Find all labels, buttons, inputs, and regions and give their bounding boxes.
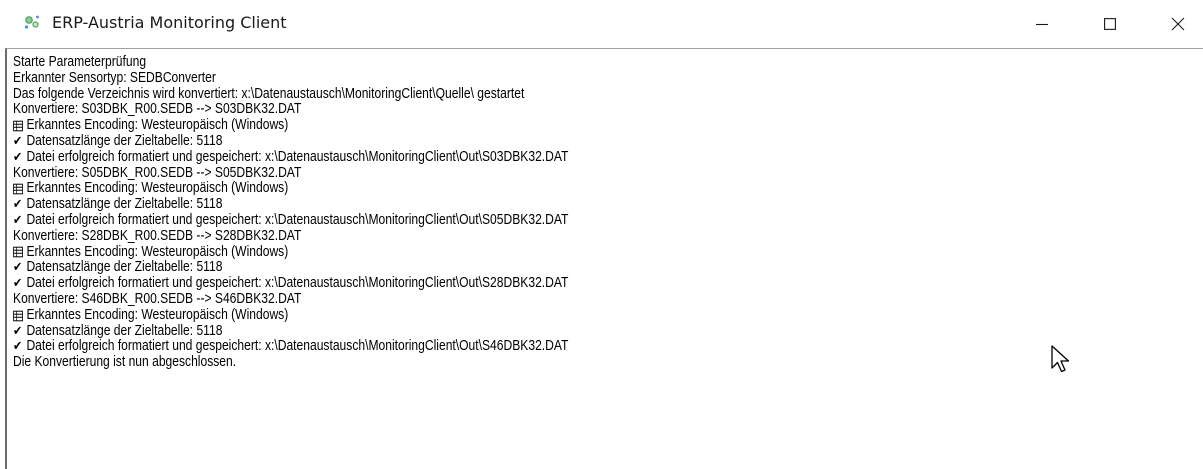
log-line-text: Konvertiere: S05DBK_R00.SEDB --> S05DBK3… [13,164,302,181]
log-output[interactable]: Starte Parameterprüfung Erkannter Sensort… [5,48,1203,469]
log-line: ✔ Datei erfolgreich formatiert und gespei… [13,275,569,292]
log-line-text: Datensatzlänge der Zieltabelle: 5118 [26,132,223,149]
log-line: Starte Parameterprüfung [13,54,568,71]
log-line: Das folgende Verzeichnis wird konvertier… [13,85,568,103]
encoding-icon [13,183,25,195]
log-line-text: Erkannter Sensortyp: SEDBConverter [13,69,216,86]
log-line-text: Starte Parameterprüfung [13,54,147,70]
check-icon: ✔ [13,149,23,165]
log-line-text: Konvertiere: S28DBK_R00.SEDB --> S28DBK3… [13,227,302,244]
mouse-cursor-icon [1050,344,1074,376]
monitoring-app-icon [22,12,42,32]
log-line: Erkanntes Encoding: Westeuropäisch (Wind… [13,181,568,197]
log-line: Konvertiere: S03DBK_R00.SEDB --> S03DBK3… [13,102,568,118]
check-icon: ✔ [13,276,23,292]
log-line-text: Datensatzlänge der Zieltabelle: 5118 [26,322,223,339]
log-line-text: Datei erfolgreich formatiert und gespeic… [26,338,569,355]
log-line: Konvertiere: S28DBK_R00.SEDB --> S28DBK3… [13,227,568,245]
log-line: ✔ Datensatzlänge der Zieltabelle: 5118 [13,322,568,340]
check-icon: ✔ [13,339,23,355]
log-line-text: Erkanntes Encoding: Westeuropäisch (Wind… [26,306,289,323]
log-line: Konvertiere: S05DBK_R00.SEDB --> S05DBK3… [13,164,568,182]
encoding-icon [13,246,25,258]
log-line-text: Datei erfolgreich formatiert und gespeic… [26,275,569,292]
check-icon: ✔ [13,133,23,149]
log-line-text: Erkanntes Encoding: Westeuropäisch (Wind… [26,243,289,260]
log-line: Konvertiere: S46DBK_R00.SEDB --> S46DBK3… [13,290,568,308]
check-icon: ✔ [13,212,23,228]
window-title: ERP-Austria Monitoring Client [52,13,287,32]
log-line: Erkannter Sensortyp: SEDBConverter [13,69,568,87]
log-line-text: Datei erfolgreich formatiert und gespeic… [26,211,569,228]
log-line: ✔ Datei erfolgreich formatiert und gespei… [13,148,569,166]
log-line: ✔ Datei erfolgreich formatiert und gespei… [13,211,569,229]
log-line: ✔ Datensatzlänge der Zieltabelle: 5118 [13,260,568,276]
encoding-icon [13,310,25,322]
minimize-icon [1036,18,1048,30]
title-bar[interactable]: ERP-Austria Monitoring Client [0,0,1203,47]
check-icon: ✔ [13,323,23,339]
log-line: Erkanntes Encoding: Westeuropäisch (Wind… [13,306,568,324]
minimize-button[interactable] [1019,0,1065,47]
close-button[interactable] [1155,0,1201,47]
encoding-icon [13,120,25,132]
log-line-text: Datei erfolgreich formatiert und gespeic… [26,148,569,165]
log-line-text: Datensatzlänge der Zieltabelle: 5118 [26,259,223,276]
log-line: ✔ Datei erfolgreich formatiert und gespei… [13,339,568,355]
log-line: Die Konvertierung ist nun abgeschlossen. [13,354,568,371]
log-line-text: Erkanntes Encoding: Westeuropäisch (Wind… [26,180,289,197]
check-icon: ✔ [13,260,23,276]
log-line-text: Datensatzlänge der Zieltabelle: 5118 [26,196,223,213]
log-line: ✔ Datensatzlänge der Zieltabelle: 5118 [13,196,568,213]
log-line: Erkanntes Encoding: Westeuropäisch (Wind… [13,117,568,134]
log-list: Starte Parameterprüfung Erkannter Sensort… [13,54,674,371]
log-line: ✔ Datensatzlänge der Zieltabelle: 5118 [13,132,568,150]
log-line-text: Konvertiere: S46DBK_R00.SEDB --> S46DBK3… [13,290,302,307]
log-line-text: Die Konvertierung ist nun abgeschlossen. [13,354,237,371]
maximize-icon [1104,17,1116,30]
log-line-text: Das folgende Verzeichnis wird konvertier… [13,85,525,102]
log-line: Erkanntes Encoding: Westeuropäisch (Wind… [13,243,568,261]
maximize-button[interactable] [1087,0,1133,47]
log-line-text: Konvertiere: S03DBK_R00.SEDB --> S03DBK3… [13,101,302,118]
log-line-text: Erkanntes Encoding: Westeuropäisch (Wind… [26,117,289,134]
close-icon [1171,17,1185,31]
check-icon: ✔ [13,197,23,213]
